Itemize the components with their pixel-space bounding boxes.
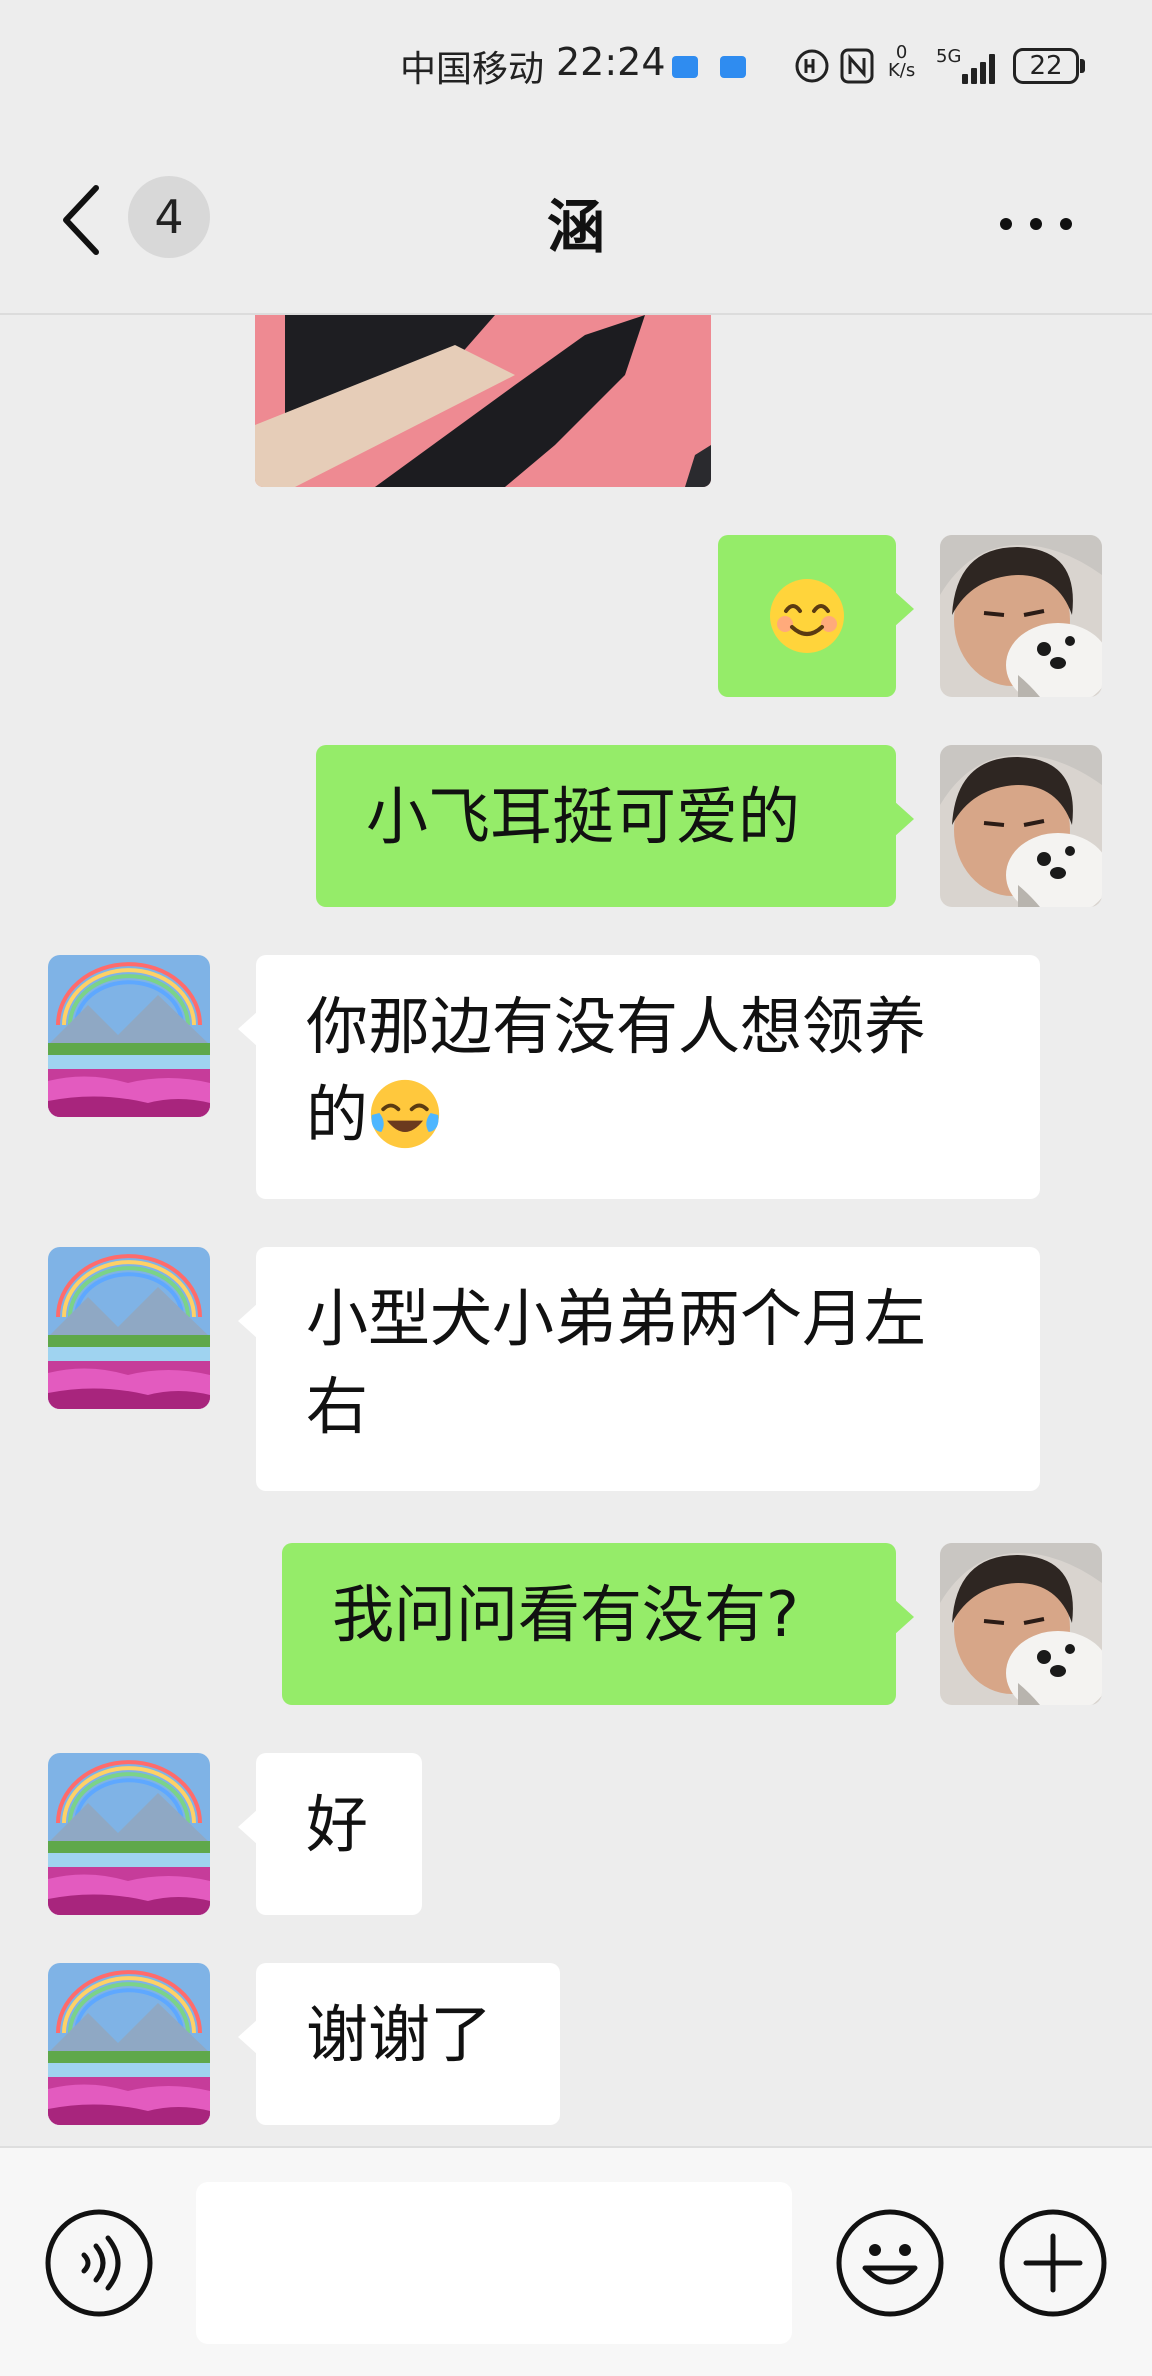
smiley-icon — [836, 2209, 944, 2317]
contact-avatar[interactable] — [48, 1247, 210, 1409]
more-functions-button[interactable] — [998, 2208, 1108, 2318]
received-text-bubble[interactable]: 谢谢了 — [238, 1963, 560, 2125]
app-notification-icon — [672, 56, 698, 78]
rainbow-landscape-photo — [48, 1247, 210, 1409]
my-avatar[interactable] — [940, 745, 1102, 907]
rainbow-landscape-photo — [48, 955, 210, 1117]
message-input[interactable] — [196, 2182, 792, 2344]
sent-emoji-bubble[interactable] — [718, 535, 914, 697]
status-bar: 中国移动 22:24 0 K/s 5G 22 — [0, 0, 1152, 130]
photo-image — [255, 315, 711, 487]
profile-photo — [940, 535, 1102, 697]
message-list[interactable]: 小飞耳挺可爱的 你那边有没有人想领养 的 小型犬小弟弟两个月左 右 我问问看有没… — [0, 315, 1152, 2145]
net-speed: 0 K/s — [888, 44, 915, 80]
contact-avatar[interactable] — [48, 1963, 210, 2125]
received-text-bubble[interactable]: 小型犬小弟弟两个月左 右 — [238, 1247, 1040, 1491]
carrier-label: 中国移动 — [400, 49, 545, 90]
contact-avatar[interactable] — [48, 955, 210, 1117]
message-text-line: 右 — [306, 1370, 369, 1443]
rainbow-landscape-photo — [48, 1753, 210, 1915]
voice-input-button[interactable] — [44, 2208, 154, 2318]
contact-avatar[interactable] — [48, 1753, 210, 1915]
my-avatar[interactable] — [940, 1543, 1102, 1705]
message-text-line: 你那边有没有人想领养 — [306, 990, 927, 1063]
app-notification-icon — [720, 56, 746, 78]
message-text: 谢谢了 — [306, 1998, 493, 2071]
nfc-hd-icon — [795, 49, 829, 83]
net-speed-unit: K/s — [888, 60, 916, 81]
message-text: 好 — [306, 1788, 369, 1861]
face-with-tears-of-joy-icon — [370, 1079, 440, 1149]
chat-header: 4 涵 — [0, 130, 1152, 315]
signal-icon — [962, 52, 1002, 84]
sent-text-bubble[interactable]: 我问问看有没有? — [282, 1543, 914, 1705]
message-text-line: 小型犬小弟弟两个月左 — [306, 1282, 927, 1355]
voice-icon — [45, 2209, 153, 2317]
photo-message[interactable] — [255, 315, 711, 487]
more-options-button[interactable] — [996, 210, 1076, 240]
battery-icon: 22 — [1013, 48, 1079, 84]
chat-title: 涵 — [546, 193, 605, 261]
nfc-icon — [840, 48, 874, 84]
input-bar — [0, 2146, 1152, 2376]
emoji-button[interactable] — [835, 2208, 945, 2318]
received-text-bubble[interactable]: 好 — [238, 1753, 422, 1915]
my-avatar[interactable] — [940, 535, 1102, 697]
battery-level: 22 — [1029, 51, 1063, 81]
dot-icon — [1060, 218, 1072, 230]
profile-photo — [940, 1543, 1102, 1705]
dot-icon — [1030, 218, 1042, 230]
message-text: 小飞耳挺可爱的 — [366, 780, 801, 853]
clock: 22:24 — [556, 40, 666, 84]
profile-photo — [940, 745, 1102, 907]
message-text: 我问问看有没有? — [332, 1578, 799, 1651]
dot-icon — [1000, 218, 1012, 230]
battery-tip — [1080, 59, 1085, 73]
message-text-line: 的 — [306, 1078, 369, 1151]
rainbow-landscape-photo — [48, 1963, 210, 2125]
received-text-bubble[interactable]: 你那边有没有人想领养 的 — [238, 955, 1040, 1199]
plus-icon — [999, 2209, 1107, 2317]
sent-text-bubble[interactable]: 小飞耳挺可爱的 — [316, 745, 914, 907]
network-type: 5G — [936, 46, 962, 67]
smiling-face-emoji-icon — [770, 579, 844, 653]
